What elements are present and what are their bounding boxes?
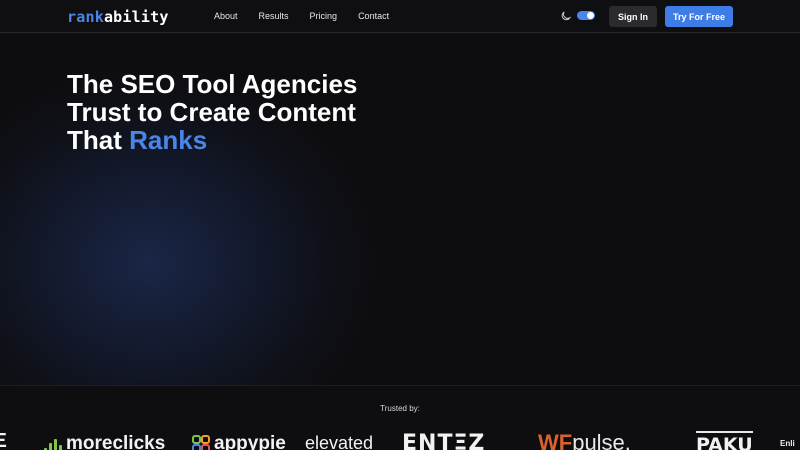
hero-title-line1: The SEO Tool Agencies — [67, 69, 358, 99]
client-logo-wp-pulse: WFpulse. — [538, 430, 631, 450]
top-navbar: rankability About Results Pricing Contac… — [0, 0, 800, 33]
wp-pulse-wf: WF — [538, 430, 573, 450]
hero-title-line3: That — [67, 125, 130, 155]
client-logo-paku: PAKU — [696, 431, 753, 450]
client-logo-edge: Enli — [780, 439, 795, 448]
appypie-icon — [192, 435, 210, 450]
hero-title-line2: Trust to Create Content — [67, 97, 356, 127]
wp-pulse-word: pulse. — [572, 430, 631, 450]
client-logo-entez: ENTΞZ — [402, 431, 486, 450]
appypie-wordmark: appypie — [214, 433, 286, 450]
nav-links: About Results Pricing Contact — [214, 11, 410, 21]
trusted-by-label: Trusted by: — [380, 404, 420, 413]
client-logo-appypie: appypie — [192, 433, 286, 450]
moreclicks-wordmark: moreclicks — [66, 433, 166, 450]
nav-link-pricing[interactable]: Pricing — [310, 11, 338, 21]
hero-title: The SEO Tool Agencies Trust to Create Co… — [67, 70, 387, 154]
theme-toggle[interactable] — [561, 10, 595, 21]
nav-link-contact[interactable]: Contact — [358, 11, 389, 21]
moon-icon — [561, 11, 572, 21]
moreclicks-bars-icon — [44, 439, 62, 450]
client-logo-elevated: elevated — [305, 433, 374, 450]
trusted-by-section: Trusted by: Ξ moreclicks appypie elevate… — [0, 385, 800, 450]
nav-link-about[interactable]: About — [214, 11, 238, 21]
logo-text-rank: rank — [67, 8, 104, 26]
hero-title-accent: Ranks — [129, 125, 208, 155]
sign-in-button[interactable]: Sign In — [609, 6, 657, 27]
dark-mode-switch[interactable] — [577, 11, 595, 20]
logo-text-ability: ability — [103, 8, 169, 26]
try-for-free-button[interactable]: Try For Free — [665, 6, 733, 27]
client-logo-strip: Ξ moreclicks appypie elevated ENTΞZ WFpu… — [0, 430, 800, 450]
hero-section: The SEO Tool Agencies Trust to Create Co… — [0, 33, 800, 385]
client-logo-moreclicks: moreclicks — [44, 433, 165, 450]
rankability-logo[interactable]: rankability — [67, 8, 169, 26]
nav-link-results[interactable]: Results — [259, 11, 289, 21]
client-logo-partial: Ξ — [0, 430, 7, 450]
